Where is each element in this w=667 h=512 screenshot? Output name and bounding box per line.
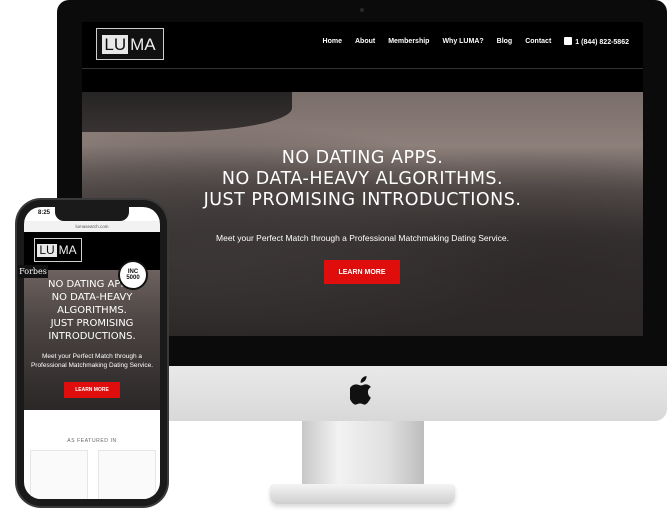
hero-headline: NO DATING APPS. NO DATA-HEAVY ALGORITHMS…	[82, 148, 643, 211]
phone-luma-logo[interactable]: LU MA	[34, 238, 82, 262]
featured-label: AS FEATURED IN	[67, 438, 117, 444]
logo-ma: MA	[130, 34, 156, 54]
phone-icon	[564, 37, 573, 45]
inc-number: 5000	[126, 275, 140, 281]
hero-headline-line-3: JUST PROMISING INTRODUCTIONS.	[203, 190, 522, 210]
camera-icon	[360, 8, 364, 12]
apple-logo-icon	[350, 376, 371, 405]
nav-home[interactable]: Home	[323, 38, 342, 45]
desktop-monitor-base	[270, 484, 455, 504]
nav-contact[interactable]: Contact	[525, 38, 551, 45]
desktop-monitor-stand	[302, 421, 424, 487]
hero-background-trees	[82, 92, 292, 132]
learn-more-button[interactable]: LEARN MORE	[324, 260, 400, 284]
nav-phone-link[interactable]: 1 (844) 822-5862	[564, 37, 629, 46]
phone-featured-section: AS FEATURED IN	[24, 410, 160, 499]
logo-lu: LU	[102, 34, 129, 54]
phone-logo-lu: LU	[37, 242, 57, 257]
phone-hero-banner: NO DATING APPS. NO DATA-HEAVY ALGORITHMS…	[24, 270, 160, 410]
hero-headline-line-2: NO DATA-HEAVY ALGORITHMS.	[221, 169, 504, 189]
nav-why-luma[interactable]: Why LUMA?	[442, 38, 483, 45]
luma-logo[interactable]: LU MA	[96, 28, 164, 60]
site-header: LU MA Home About Membership Why LUMA? Bl…	[82, 22, 643, 69]
phone-screen: 8:25 lumasearch.com LU MA NO DATING APPS…	[24, 207, 160, 499]
phone-logo-ma: MA	[58, 242, 77, 257]
phone-url-bar[interactable]: lumasearch.com	[24, 221, 160, 232]
phone-notch	[55, 207, 129, 221]
press-card-forbes	[30, 450, 88, 499]
phone-headline-line-4: JUST PROMISING	[50, 318, 134, 329]
nav-blog[interactable]: Blog	[497, 38, 513, 45]
main-nav: Home About Membership Why LUMA? Blog Con…	[323, 37, 629, 46]
phone-hero-subtext: Meet your Perfect Match through a Profes…	[30, 353, 154, 369]
phone-learn-more-button[interactable]: LEARN MORE	[64, 382, 120, 398]
inc-5000-badge: INC 5000	[118, 260, 148, 290]
forbes-logo: Forbes	[18, 265, 48, 278]
press-card-inc	[98, 450, 156, 499]
phone-clock: 8:25	[38, 210, 51, 216]
hero-headline-line-1: NO DATING APPS.	[281, 148, 444, 168]
phone-headline-line-2: NO DATA-HEAVY	[51, 292, 133, 303]
phone-number: 1 (844) 822-5862	[575, 39, 629, 46]
nav-membership[interactable]: Membership	[388, 38, 429, 45]
phone-headline-line-5: INTRODUCTIONS.	[48, 331, 136, 342]
nav-about[interactable]: About	[355, 38, 375, 45]
phone-headline-line-3: ALGORITHMS.	[57, 305, 127, 316]
